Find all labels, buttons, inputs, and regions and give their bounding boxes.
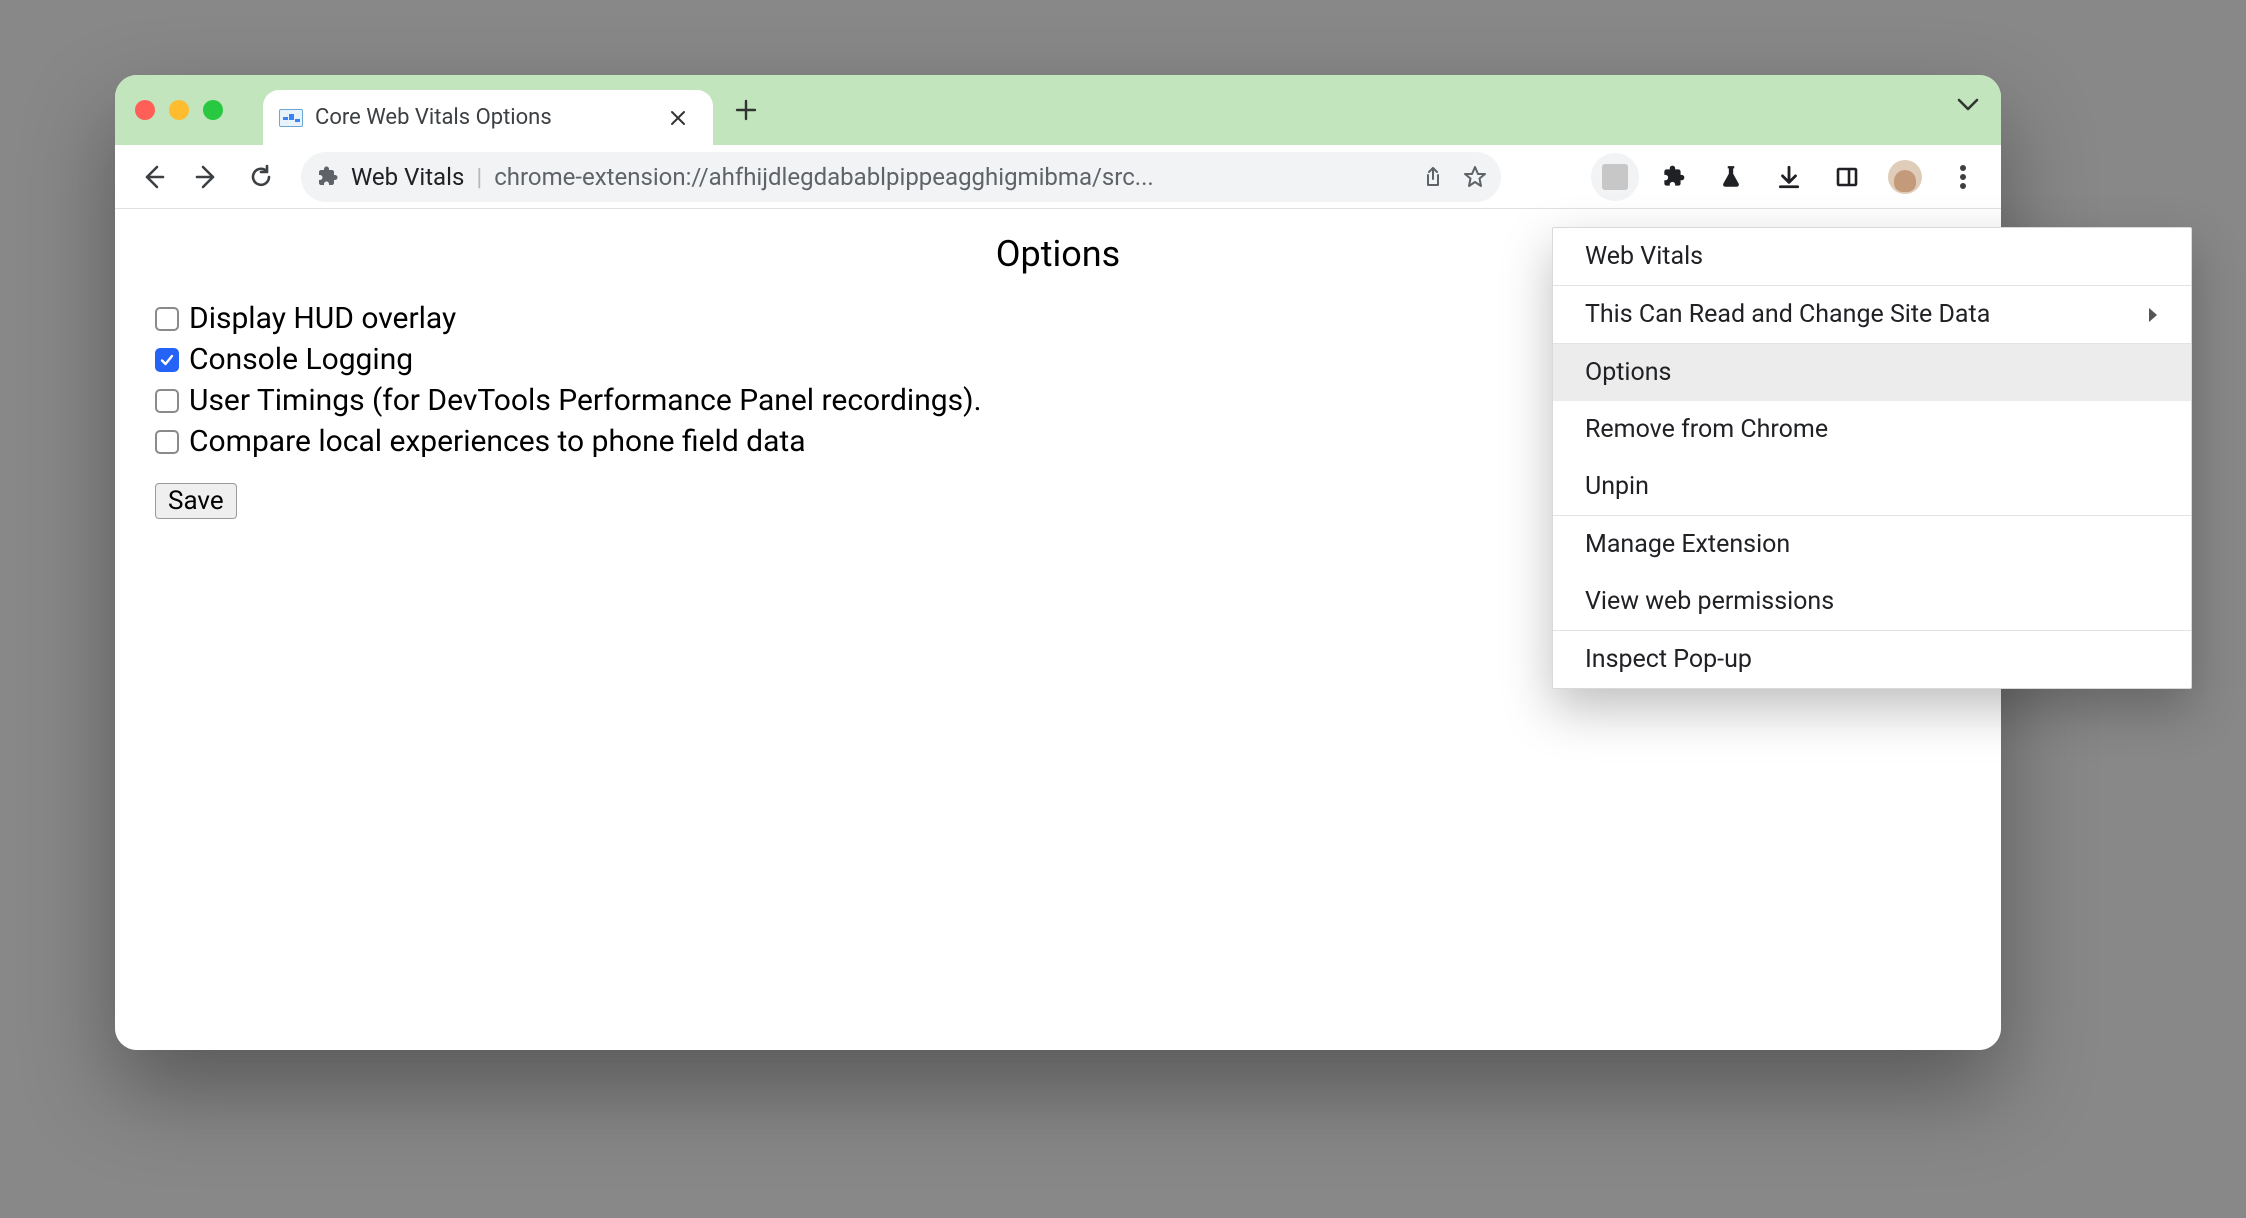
share-icon[interactable] [1421, 165, 1445, 189]
tab-strip: Core Web Vitals Options [115, 75, 2001, 145]
menu-item[interactable]: Remove from Chrome [1553, 401, 2191, 458]
menu-item-label: This Can Read and Change Site Data [1585, 300, 1990, 329]
window-controls [135, 100, 223, 120]
option-checkbox[interactable] [155, 348, 179, 372]
menu-header-label: Web Vitals [1585, 242, 1703, 271]
menu-item[interactable]: Unpin [1553, 458, 2191, 515]
option-checkbox[interactable] [155, 430, 179, 454]
profile-avatar[interactable] [1881, 153, 1929, 201]
maximize-window-button[interactable] [203, 100, 223, 120]
extension-context-menu: Web Vitals This Can Read and Change Site… [1552, 227, 2192, 689]
menu-item-label: View web permissions [1585, 587, 1834, 616]
labs-icon[interactable] [1707, 153, 1755, 201]
menu-item-label: Inspect Pop-up [1585, 645, 1752, 674]
bookmark-star-icon[interactable] [1463, 165, 1487, 189]
option-label: Display HUD overlay [189, 301, 456, 336]
reload-button[interactable] [237, 153, 285, 201]
menu-item-label: Unpin [1585, 472, 1649, 501]
option-label: Console Logging [189, 342, 413, 377]
omnibox-separator: | [476, 163, 482, 191]
panel-icon[interactable] [1823, 153, 1871, 201]
menu-item[interactable]: Options [1553, 344, 2191, 401]
toolbar: Web Vitals | chrome-extension://ahfhijdl… [115, 145, 2001, 209]
extension-icon [315, 165, 339, 189]
extensions-icon[interactable] [1649, 153, 1697, 201]
chevron-right-icon [2147, 307, 2159, 323]
minimize-window-button[interactable] [169, 100, 189, 120]
browser-tab[interactable]: Core Web Vitals Options [263, 90, 713, 145]
tab-favicon [279, 109, 303, 127]
forward-button[interactable] [183, 153, 231, 201]
toolbar-right [1591, 153, 1987, 201]
tab-title: Core Web Vitals Options [315, 105, 651, 130]
back-button[interactable] [129, 153, 177, 201]
menu-item[interactable]: Manage Extension [1553, 516, 2191, 573]
menu-header: Web Vitals [1553, 228, 2191, 285]
address-bar[interactable]: Web Vitals | chrome-extension://ahfhijdl… [301, 152, 1501, 202]
browser-window: Core Web Vitals Options Web Vitals | [115, 75, 2001, 1050]
extension-name: Web Vitals [351, 163, 464, 191]
option-checkbox[interactable] [155, 389, 179, 413]
menu-item[interactable]: Inspect Pop-up [1553, 631, 2191, 688]
option-checkbox[interactable] [155, 307, 179, 331]
menu-item-site-data[interactable]: This Can Read and Change Site Data [1553, 286, 2191, 343]
close-window-button[interactable] [135, 100, 155, 120]
menu-item-label: Remove from Chrome [1585, 415, 1828, 444]
option-label: User Timings (for DevTools Performance P… [189, 383, 981, 418]
save-button[interactable]: Save [155, 483, 237, 519]
kebab-menu-icon[interactable] [1939, 153, 1987, 201]
downloads-icon[interactable] [1765, 153, 1813, 201]
close-tab-button[interactable] [663, 103, 693, 133]
menu-item-label: Manage Extension [1585, 530, 1790, 559]
tab-overflow-button[interactable] [1957, 98, 1979, 112]
new-tab-button[interactable] [723, 87, 769, 133]
url-text: chrome-extension://ahfhijdlegdabablpippe… [494, 163, 1409, 191]
menu-item[interactable]: View web permissions [1553, 573, 2191, 630]
menu-item-label: Options [1585, 358, 1671, 387]
active-extension-button[interactable] [1591, 153, 1639, 201]
option-label: Compare local experiences to phone field… [189, 424, 806, 459]
omnibox-trailing [1421, 165, 1487, 189]
